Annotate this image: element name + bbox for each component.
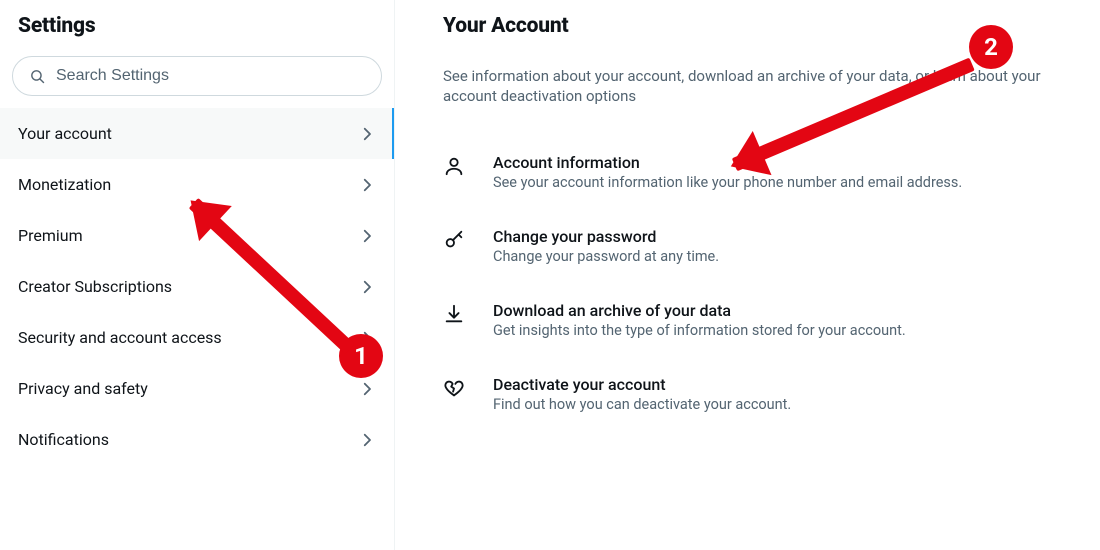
search-icon: [29, 68, 46, 85]
sidebar-header: Settings: [0, 0, 394, 56]
chevron-right-icon: [358, 380, 376, 398]
option-text: Change your password Change your passwor…: [493, 227, 719, 265]
nav-label: Monetization: [18, 175, 111, 194]
heartbreak-icon: [443, 375, 465, 399]
option-title: Download an archive of your data: [493, 301, 906, 320]
search-input[interactable]: [56, 67, 365, 85]
option-download-archive[interactable]: Download an archive of your data Get ins…: [443, 283, 1080, 357]
settings-layout: Settings Your account Monetization: [0, 0, 1100, 550]
nav-item-premium[interactable]: Premium: [0, 210, 394, 261]
option-desc: Get insights into the type of informatio…: [493, 322, 906, 339]
option-desc: Change your password at any time.: [493, 248, 719, 265]
option-deactivate-account[interactable]: Deactivate your account Find out how you…: [443, 357, 1080, 431]
option-title: Deactivate your account: [493, 375, 791, 394]
chevron-right-icon: [358, 176, 376, 194]
option-text: Download an archive of your data Get ins…: [493, 301, 906, 339]
main-title: Your Account: [443, 14, 1080, 38]
chevron-right-icon: [358, 431, 376, 449]
nav-item-security[interactable]: Security and account access: [0, 312, 394, 363]
download-icon: [443, 301, 465, 325]
search-wrap: [0, 56, 394, 108]
nav-label: Security and account access: [18, 328, 222, 347]
option-text: Account information See your account inf…: [493, 153, 962, 191]
option-desc: See your account information like your p…: [493, 174, 962, 191]
settings-main: Your Account See information about your …: [395, 0, 1100, 550]
option-desc: Find out how you can deactivate your acc…: [493, 396, 791, 413]
person-icon: [443, 153, 465, 177]
chevron-right-icon: [358, 278, 376, 296]
nav-label: Notifications: [18, 430, 109, 449]
option-change-password[interactable]: Change your password Change your passwor…: [443, 209, 1080, 283]
nav-item-creator-subscriptions[interactable]: Creator Subscriptions: [0, 261, 394, 312]
nav-label: Creator Subscriptions: [18, 277, 172, 296]
nav-label: Privacy and safety: [18, 379, 148, 398]
option-title: Account information: [493, 153, 962, 172]
main-subtitle: See information about your account, down…: [443, 66, 1080, 107]
settings-nav: Your account Monetization Premium Creato…: [0, 108, 394, 465]
key-icon: [443, 227, 465, 251]
nav-label: Premium: [18, 226, 83, 245]
nav-item-privacy[interactable]: Privacy and safety: [0, 363, 394, 414]
chevron-right-icon: [358, 125, 376, 143]
nav-item-monetization[interactable]: Monetization: [0, 159, 394, 210]
option-text: Deactivate your account Find out how you…: [493, 375, 791, 413]
option-title: Change your password: [493, 227, 719, 246]
settings-sidebar: Settings Your account Monetization: [0, 0, 395, 550]
nav-item-your-account[interactable]: Your account: [0, 108, 394, 159]
nav-item-notifications[interactable]: Notifications: [0, 414, 394, 465]
chevron-right-icon: [358, 227, 376, 245]
search-box[interactable]: [12, 56, 382, 96]
sidebar-title: Settings: [18, 14, 376, 38]
nav-label: Your account: [18, 124, 112, 143]
chevron-right-icon: [358, 329, 376, 347]
option-account-information[interactable]: Account information See your account inf…: [443, 135, 1080, 209]
